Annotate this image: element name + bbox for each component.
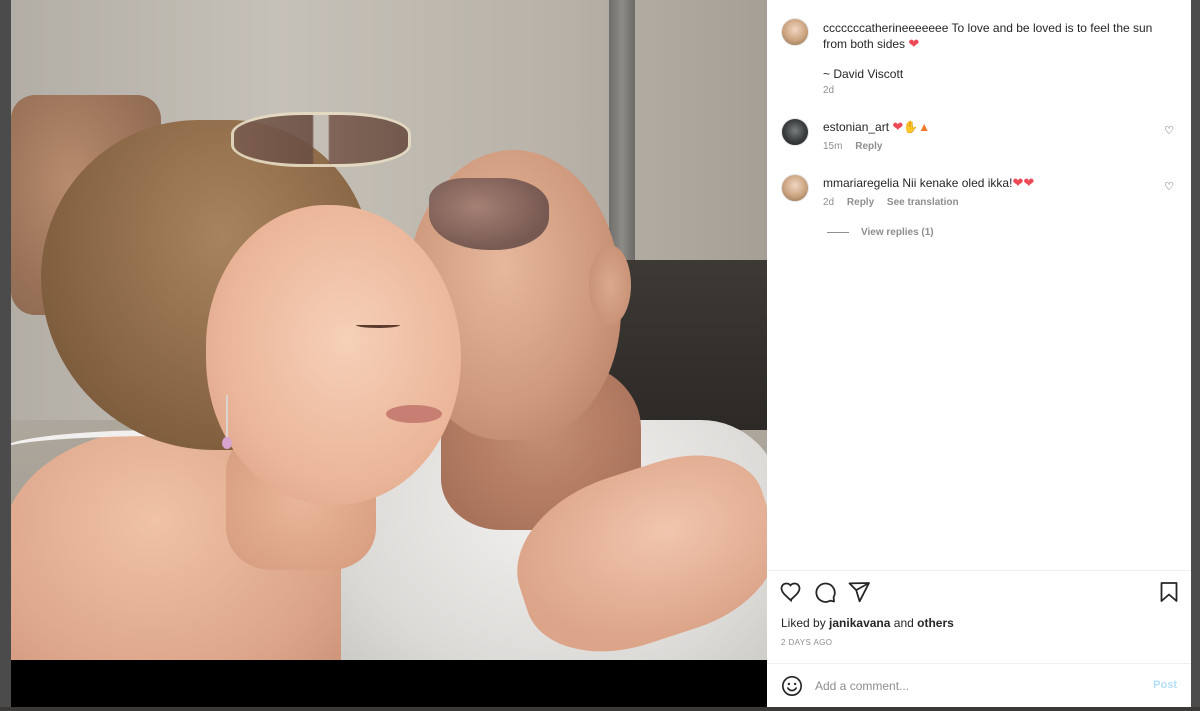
post-photo[interactable] [11, 0, 767, 660]
photo-man-sunglasses [429, 178, 549, 250]
emoji-smiley-icon[interactable] [781, 675, 803, 697]
backdrop-left [0, 0, 11, 711]
photo-woman-face [206, 205, 461, 505]
comment-username[interactable]: mmariaregelia [823, 176, 899, 190]
save-bookmark-icon[interactable] [1157, 580, 1181, 604]
comment-avatar[interactable] [781, 174, 809, 202]
photo-background-pillar [609, 0, 635, 270]
caption-age[interactable]: 2d [823, 85, 834, 96]
actions-divider [767, 570, 1191, 571]
red-heart-icon: ❤ [1023, 175, 1035, 190]
reply-button[interactable]: Reply [847, 197, 874, 208]
comment-body: mmariaregelia Nii kenake oled ikka!❤❤ [823, 175, 1163, 191]
liked-by-prefix: Liked by [781, 616, 826, 630]
backdrop-right [1191, 0, 1200, 711]
view-replies-label[interactable]: View replies (1) [861, 227, 934, 238]
post-comment-button[interactable]: Post [1153, 679, 1177, 691]
reply-button[interactable]: Reply [855, 141, 882, 152]
red-heart-icon: ❤ [908, 36, 920, 51]
post-timestamp[interactable]: 2 DAYS AGO [781, 638, 832, 647]
photo-man-ear [589, 245, 631, 325]
comment-age[interactable]: 15m [823, 141, 842, 152]
caption-username[interactable]: cccccccatherineeeeeee [823, 21, 948, 35]
comment-bubble-icon[interactable] [813, 580, 837, 604]
view-replies-line [827, 231, 849, 233]
add-comment-bar: Post [767, 663, 1191, 707]
photo-woman-earring [222, 395, 238, 449]
comments-list: cccccccatherineeeeeee To love and be lov… [767, 0, 1191, 570]
photo-letterbox-bar [11, 660, 767, 707]
like-heart-icon[interactable] [779, 580, 803, 604]
see-translation-button[interactable]: See translation [887, 197, 959, 208]
post-actions-bar [767, 572, 1191, 612]
liked-by-joiner: and [893, 616, 914, 630]
red-heart-icon: ❤ [892, 119, 904, 134]
comment-meta: 2d Reply See translation [823, 197, 969, 208]
liked-by-text: Liked by janikavana and others [781, 616, 954, 630]
fire-icon: ▲ [918, 120, 931, 134]
caption-attribution: ~ David Viscott [823, 67, 904, 81]
photo-woman-lips [386, 405, 442, 423]
post-side-panel: cccccccatherineeeeeee To love and be lov… [767, 0, 1191, 707]
photo-woman-sunglasses [231, 112, 411, 167]
comment-like-heart-icon[interactable]: ♡ [1163, 125, 1175, 137]
comment-avatar[interactable] [781, 118, 809, 146]
photo-woman-eye [356, 322, 400, 328]
comment-item: estonian_art ❤✋▲ 15m Reply ♡ [781, 118, 1177, 158]
comment-item: mmariaregelia Nii kenake oled ikka!❤❤ 2d… [781, 174, 1177, 214]
backdrop-bottom [0, 707, 1200, 711]
caption-meta: 2d [823, 85, 844, 96]
share-paper-plane-icon[interactable] [847, 580, 871, 604]
caption-body: cccccccatherineeeeeee To love and be lov… [823, 20, 1163, 82]
comment-age[interactable]: 2d [823, 197, 834, 208]
comment-username[interactable]: estonian_art [823, 120, 889, 134]
comment-like-heart-icon[interactable]: ♡ [1163, 181, 1175, 193]
add-comment-input[interactable] [815, 674, 1135, 698]
comment-text: Nii kenake oled ikka! [902, 176, 1013, 190]
comment-meta: 15m Reply [823, 141, 892, 152]
caption-avatar[interactable] [781, 18, 809, 46]
comment-body: estonian_art ❤✋▲ [823, 119, 1163, 135]
post-caption: cccccccatherineeeeeee To love and be lov… [781, 18, 1177, 98]
liked-by-others[interactable]: others [917, 616, 954, 630]
liked-by-user[interactable]: janikavana [829, 616, 890, 630]
red-heart-icon: ❤ [1012, 175, 1024, 190]
view-replies-button[interactable]: View replies (1) [827, 227, 934, 238]
clapping-hands-icon: ✋ [903, 120, 919, 134]
